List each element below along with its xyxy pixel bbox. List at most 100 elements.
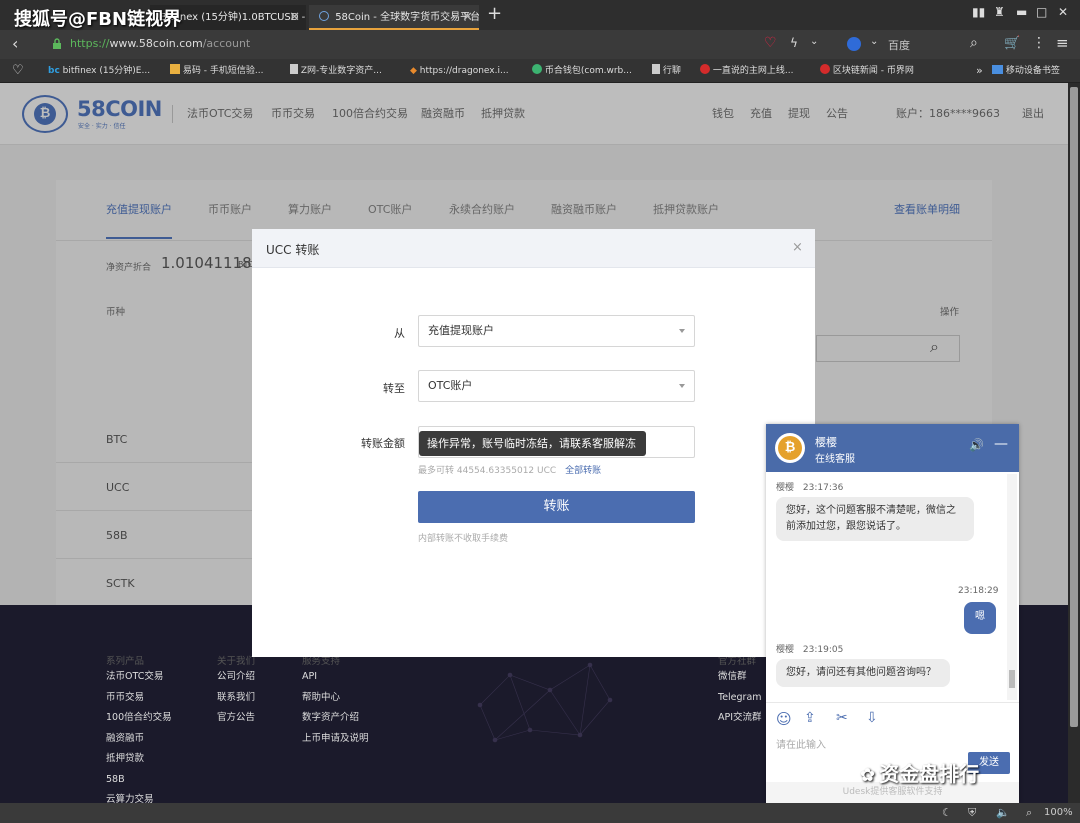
scrollbar-thumb[interactable] — [1070, 87, 1078, 727]
message-time: 23:19:05 — [802, 645, 844, 655]
footer-link[interactable]: 联系我们 — [217, 688, 255, 709]
bookmark-item[interactable]: 易码 - 手机短信验... — [170, 59, 263, 83]
back-icon[interactable]: ‹ — [12, 34, 18, 53]
bookmark-item[interactable]: 一直说的主网上线... — [700, 59, 793, 83]
footer-link[interactable]: 100倍合约交易 — [106, 708, 172, 729]
page-scrollbar[interactable] — [1068, 83, 1080, 803]
tab-spot-account[interactable]: 币币账户 — [208, 180, 252, 240]
footer-link[interactable]: 云算力交易 — [106, 790, 172, 803]
bookmark-heart-icon[interactable]: ♡ — [12, 59, 24, 83]
emoji-icon[interactable]: ☺ — [776, 710, 792, 728]
baidu-icon — [847, 37, 861, 51]
footer-link[interactable]: 上币申请及说明 — [302, 729, 369, 750]
nav-futures[interactable]: 100倍合约交易 — [332, 83, 408, 145]
zoom-level[interactable]: 100% — [1044, 807, 1073, 818]
chat-input[interactable]: 请在此输入 — [776, 736, 826, 751]
footer-link[interactable]: 融资融币 — [106, 729, 172, 750]
chat-scrollbar[interactable] — [1007, 474, 1017, 700]
agent-name: 樱樱 — [815, 436, 837, 449]
nav-announcement[interactable]: 公告 — [826, 83, 848, 145]
tab-list-icon[interactable]: ▮▮ — [972, 5, 985, 19]
from-account-select[interactable]: 充值提现账户 — [418, 315, 695, 347]
footer-link[interactable]: 58B — [106, 770, 172, 791]
footer-heading: 系列产品 — [106, 656, 145, 667]
nav-margin[interactable]: 融资融币 — [421, 83, 465, 145]
moon-icon[interactable]: ☾ — [942, 806, 952, 819]
bookmark-item[interactable]: Z网-专业数字资产... — [290, 59, 382, 83]
footer-link[interactable]: Telegram — [718, 688, 762, 709]
close-window-icon[interactable]: ✕ — [1058, 5, 1068, 19]
search-engine-label[interactable]: 百度 — [888, 37, 910, 53]
footer-col-support: API 帮助中心 数字资产介绍 上币申请及说明 — [302, 667, 369, 749]
to-account-select[interactable]: OTC账户 — [418, 370, 695, 402]
active-tab-underline — [106, 237, 172, 239]
url-scheme: https:// — [70, 37, 110, 50]
search-icon[interactable]: ⌕ — [970, 35, 978, 51]
address-bar[interactable]: https://www.58coin.com/account — [42, 34, 732, 55]
bookmark-item[interactable]: 行聊 — [652, 59, 681, 83]
speaker-icon[interactable]: 🔊 — [969, 438, 984, 452]
transfer-all-link[interactable]: 全部转账 — [565, 466, 601, 476]
new-tab-icon[interactable]: + — [487, 3, 502, 24]
minimize-icon[interactable]: ▬ — [1016, 5, 1027, 19]
to-account-value: OTC账户 — [428, 379, 473, 392]
logo-text[interactable]: 58COIN — [77, 97, 162, 121]
volume-icon[interactable]: 🔈 — [996, 806, 1010, 819]
url-path: /account — [202, 37, 251, 50]
nav-wallet[interactable]: 钱包 — [712, 83, 734, 145]
footer-link[interactable]: 法币OTC交易 — [106, 667, 172, 688]
page-icon — [290, 64, 298, 74]
close-icon[interactable]: × — [792, 240, 803, 255]
minimize-chat-icon[interactable]: — — [994, 436, 1008, 452]
search-icon[interactable]: ⌕ — [930, 337, 939, 357]
chat-scrollbar-thumb[interactable] — [1009, 670, 1015, 688]
nav-withdraw[interactable]: 提现 — [788, 83, 810, 145]
nav-deposit[interactable]: 充值 — [750, 83, 772, 145]
bookmark-item[interactable]: ◆ https://dragonex.i... — [410, 59, 509, 83]
lightning-icon[interactable]: ϟ — [790, 36, 798, 50]
logout-link[interactable]: 退出 — [1022, 83, 1044, 145]
close-tab-icon[interactable]: ✕ — [289, 5, 300, 30]
bookmark-item[interactable]: bc bitfinex (15分钟)E... — [48, 59, 150, 83]
footer-link[interactable]: 币币交易 — [106, 688, 172, 709]
footer-link[interactable]: 公司介绍 — [217, 667, 255, 688]
agent-avatar: ₿ — [775, 433, 805, 463]
menu-icon[interactable]: ≡ — [1056, 34, 1069, 52]
footer-link[interactable]: API交流群 — [718, 708, 762, 729]
account-label[interactable]: 账户：186****9663 — [896, 83, 1000, 145]
nav-spot[interactable]: 币币交易 — [271, 83, 315, 145]
divider — [766, 702, 1019, 703]
zoom-icon[interactable]: ⌕ — [1026, 806, 1032, 820]
bookmark-overflow[interactable]: » — [976, 59, 983, 83]
footer-link[interactable]: 官方公告 — [217, 708, 255, 729]
tab-deposit-account[interactable]: 充值提现账户 — [106, 180, 172, 240]
transfer-button[interactable]: 转账 — [418, 491, 695, 523]
more-icon[interactable]: ⋮ — [1032, 35, 1046, 51]
bookmark-item[interactable]: 币合钱包(com.wrb... — [532, 59, 632, 83]
footer-link[interactable]: API — [302, 667, 369, 688]
scissors-icon[interactable]: ✂ — [836, 710, 848, 726]
shield-icon[interactable]: ⛨ — [968, 806, 976, 820]
maximize-icon[interactable]: □ — [1036, 5, 1047, 19]
nav-otc[interactable]: 法币OTC交易 — [187, 83, 253, 145]
upload-icon[interactable]: ⇪ — [804, 710, 816, 726]
search-engine-chevron-icon[interactable]: ⌄ — [870, 36, 878, 47]
browser-tab-active[interactable]: 58Coin - 全球数字货币交易平台 ✕ — [309, 5, 479, 30]
bookmark-icon — [532, 64, 542, 74]
favorite-heart-icon[interactable]: ♡ — [764, 35, 777, 51]
bookmark-item[interactable]: 区块链新闻 - 币界网 — [820, 59, 914, 83]
close-tab-icon[interactable]: ✕ — [462, 5, 473, 28]
shirt-icon[interactable]: ♜ — [994, 5, 1005, 19]
footer-link[interactable]: 抵押贷款 — [106, 749, 172, 770]
footer-link[interactable]: 帮助中心 — [302, 688, 369, 709]
support-chat-widget: ₿ 樱樱 在线客服 🔊 — 樱樱 23:17:36 您好，这个问题客服不清楚呢，… — [766, 424, 1019, 803]
bill-details-link[interactable]: 查看账单明细 — [894, 180, 960, 240]
footer-link[interactable]: 数字资产介绍 — [302, 708, 369, 729]
watermark-bottom: ✿ 资金盘排行 — [860, 762, 980, 786]
cart-icon[interactable]: 🛒 — [1004, 36, 1020, 51]
bookmark-folder[interactable]: 移动设备书签 — [992, 59, 1060, 83]
footer-link[interactable]: 微信群 — [718, 667, 762, 688]
chevron-down-icon[interactable]: ⌄ — [810, 36, 818, 47]
download-icon[interactable]: ⇩ — [866, 710, 878, 726]
nav-loan[interactable]: 抵押贷款 — [481, 83, 525, 145]
